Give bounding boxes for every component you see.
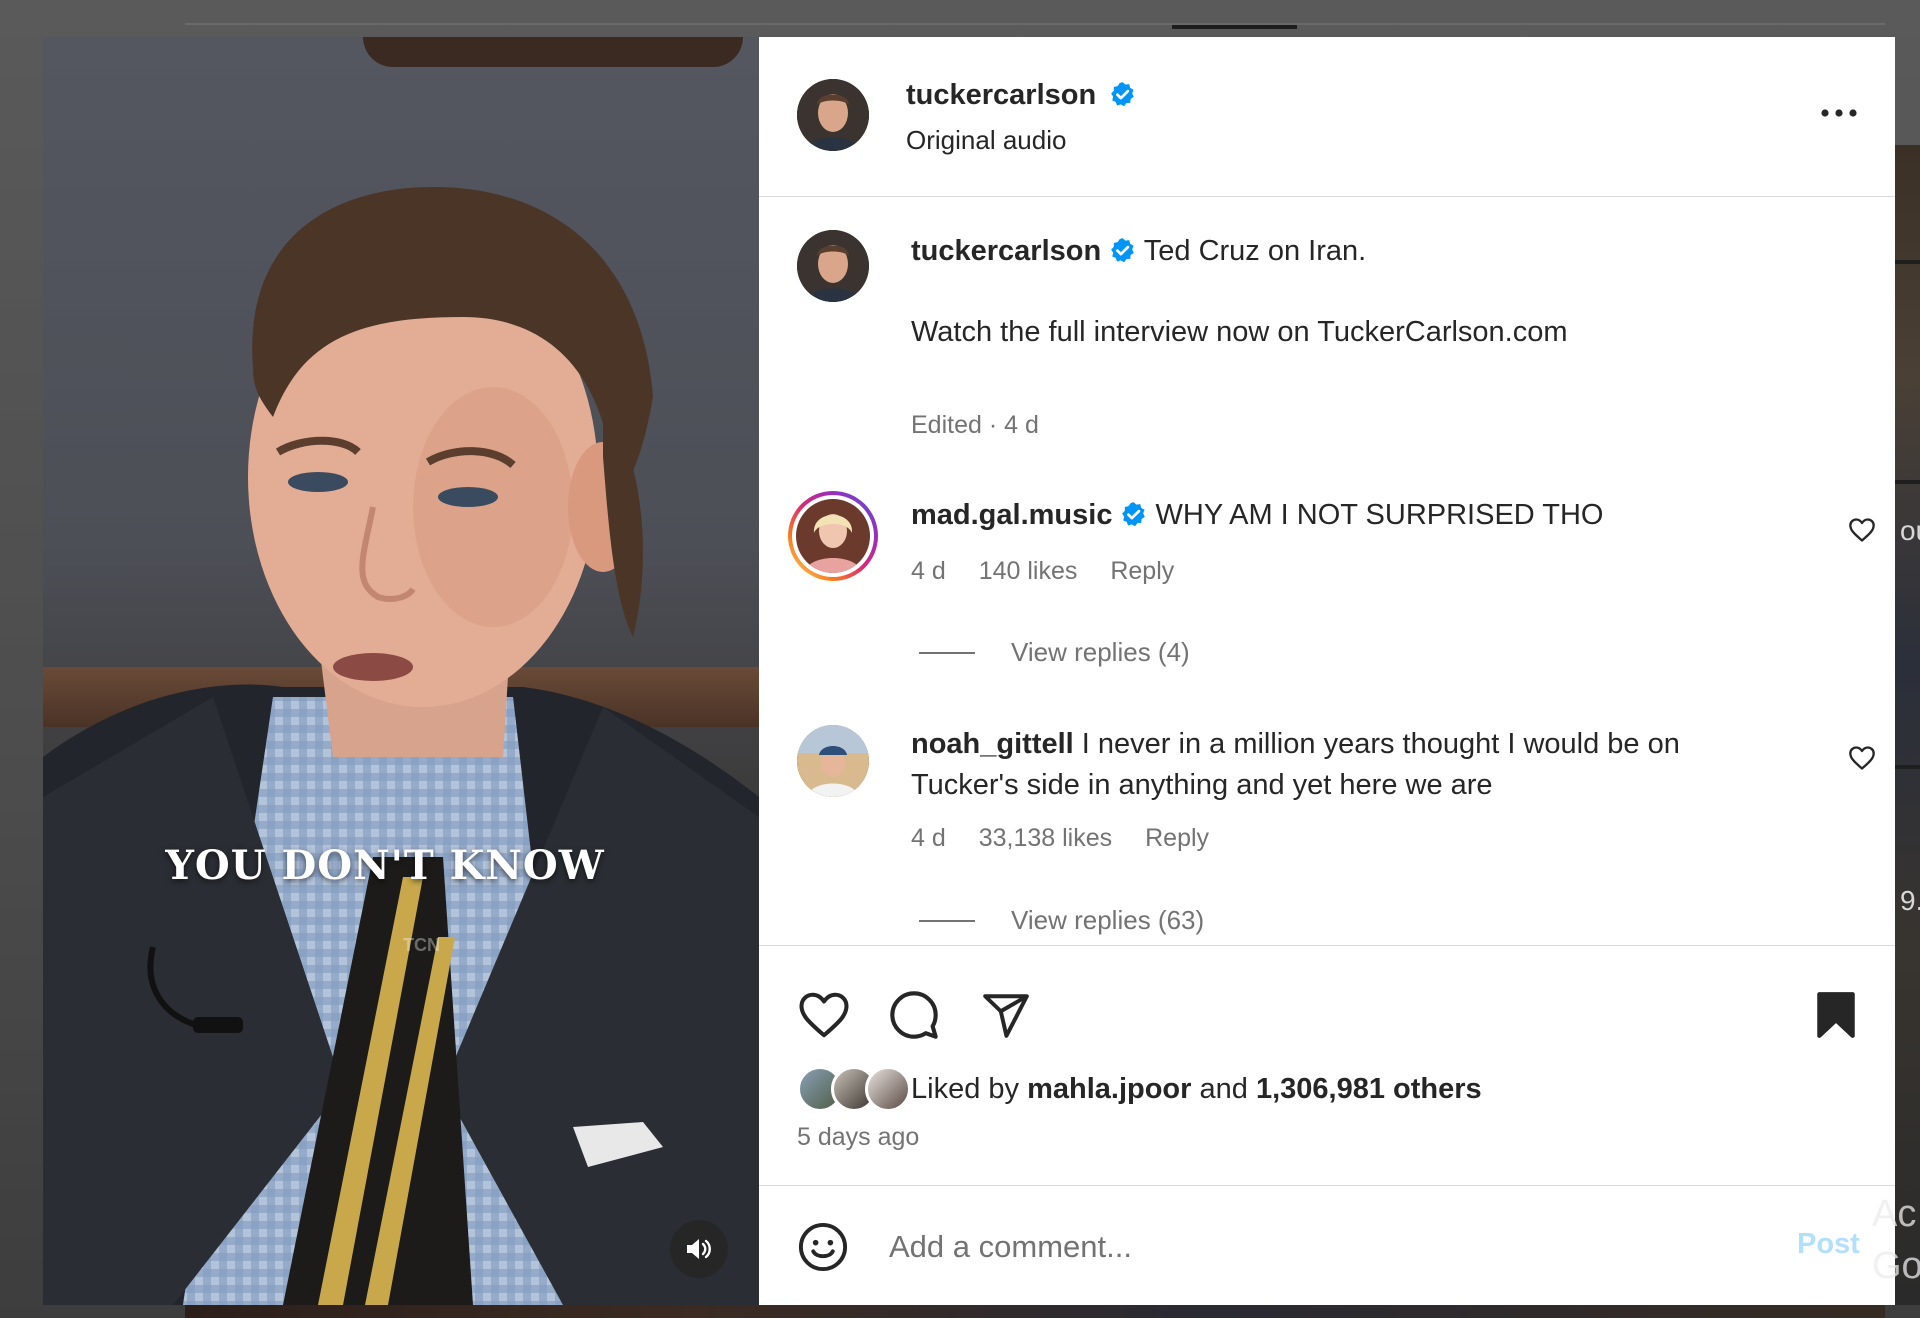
- audio-label[interactable]: Original audio: [906, 125, 1066, 156]
- os-activation-watermark: Ac Go: [1872, 1188, 1920, 1292]
- comment-avatar: [796, 499, 870, 573]
- comment-likes-count[interactable]: 140 likes: [979, 557, 1078, 585]
- background-text-fragment: 9.: [1900, 885, 1920, 916]
- comment-body: mad.gal.music WHY AM I NOT SURPRISED THO: [911, 495, 1604, 535]
- comment-text-line-2: Tucker's side in anything and yet here w…: [911, 769, 1493, 801]
- video-frame-person: [43, 187, 759, 1305]
- post-timestamp[interactable]: 5 days ago: [797, 1123, 919, 1152]
- caption-meta: Edited · 4 d: [911, 411, 1039, 439]
- caption-text: Ted Cruz on Iran.: [1143, 235, 1367, 267]
- comment-body: noah_gittell I never in a million years …: [911, 724, 1680, 764]
- more-options-icon: [1821, 109, 1857, 117]
- post-video[interactable]: YOU DON'T KNOW TCN: [43, 37, 759, 1305]
- comment-age: 4 d: [911, 557, 946, 585]
- speaker-icon: [687, 1239, 711, 1259]
- liked-by-avatars: [797, 1066, 911, 1112]
- post-comment-button[interactable]: Post: [1797, 1228, 1860, 1261]
- liker-avatar: [865, 1066, 911, 1112]
- comment-icon[interactable]: [888, 989, 940, 1041]
- comment-age: 4 d: [911, 824, 946, 852]
- comments-list[interactable]: tuckercarlson Ted Cruz on Iran. Watch th…: [759, 197, 1895, 941]
- audio-toggle-button[interactable]: [670, 1220, 728, 1278]
- comment-like-heart-icon[interactable]: [1848, 745, 1876, 771]
- background-grid-column: [1895, 145, 1920, 1305]
- comment-input[interactable]: [887, 1216, 1711, 1278]
- section-divider: [759, 945, 1895, 946]
- view-replies-button[interactable]: View replies (63): [919, 905, 1204, 936]
- background-text-fragment: ou: [1900, 515, 1920, 546]
- liked-by-and: and: [1199, 1072, 1248, 1105]
- background-grid-row: [185, 1305, 1885, 1318]
- author-name-row: tuckercarlson: [906, 79, 1136, 112]
- view-replies-label: View replies (63): [1011, 905, 1205, 935]
- caption-line-2: Watch the full interview now on TuckerCa…: [911, 316, 1568, 348]
- background-active-tab-indicator: [1172, 25, 1297, 29]
- reply-button[interactable]: Reply: [1145, 824, 1209, 852]
- view-replies-line: [919, 651, 975, 654]
- author-username[interactable]: tuckercarlson: [906, 79, 1096, 111]
- verified-badge-icon: [1111, 238, 1134, 263]
- likes-count[interactable]: 1,306,981 others: [1256, 1073, 1482, 1105]
- liked-by-prefix: Liked by: [911, 1072, 1020, 1105]
- comment-username[interactable]: mad.gal.music: [911, 499, 1112, 531]
- bookmark-icon[interactable]: [1814, 990, 1858, 1040]
- share-icon[interactable]: [980, 990, 1032, 1040]
- video-watermark: TCN: [403, 935, 440, 955]
- post-action-bar: [759, 982, 1895, 1052]
- caption: tuckercarlson Ted Cruz on Iran.: [911, 231, 1366, 271]
- watermark-line: Ac: [1872, 1193, 1917, 1235]
- comment-like-heart-icon[interactable]: [1848, 517, 1876, 543]
- view-replies-line: [919, 919, 975, 922]
- verified-badge-icon: [1110, 82, 1134, 107]
- video-caption-overlay: YOU DON'T KNOW: [165, 842, 605, 889]
- reply-button[interactable]: Reply: [1110, 557, 1174, 585]
- view-replies-label: View replies (4): [1011, 637, 1190, 667]
- watermark-line: Go: [1872, 1245, 1920, 1287]
- comment-avatar[interactable]: [797, 725, 869, 797]
- verified-badge-icon: [1122, 502, 1146, 527]
- comment-composer: Post: [759, 1186, 1895, 1305]
- liked-by-username[interactable]: mahla.jpoor: [1027, 1073, 1191, 1105]
- background-tab-strip: [185, 23, 1885, 25]
- post-header: tuckercarlson Original audio: [759, 37, 1895, 197]
- post-details-panel: tuckercarlson Original audio tuckercarls…: [759, 37, 1895, 1305]
- more-options-button[interactable]: [1809, 93, 1869, 133]
- liked-by-text: Liked by mahla.jpoor and 1,306,981 other…: [911, 1073, 1482, 1106]
- comment-avatar-story-ring[interactable]: [788, 491, 878, 581]
- caption-author-avatar[interactable]: [797, 230, 869, 302]
- heart-icon[interactable]: [797, 990, 851, 1040]
- comment-text: I never in a million years thought I wou…: [1081, 728, 1680, 760]
- author-avatar[interactable]: [797, 79, 869, 151]
- caption-author-username[interactable]: tuckercarlson: [911, 235, 1101, 267]
- comment-text: WHY AM I NOT SURPRISED THO: [1155, 499, 1604, 531]
- comment-meta: 4 d 140 likes Reply: [911, 557, 1200, 586]
- emoji-icon[interactable]: [797, 1221, 849, 1273]
- comment-username[interactable]: noah_gittell: [911, 728, 1074, 760]
- comment-meta: 4 d 33,138 likes Reply: [911, 824, 1235, 853]
- comment-likes-count[interactable]: 33,138 likes: [979, 824, 1112, 852]
- liked-by-row[interactable]: Liked by mahla.jpoor and 1,306,981 other…: [797, 1064, 1482, 1114]
- view-replies-button[interactable]: View replies (4): [919, 637, 1190, 668]
